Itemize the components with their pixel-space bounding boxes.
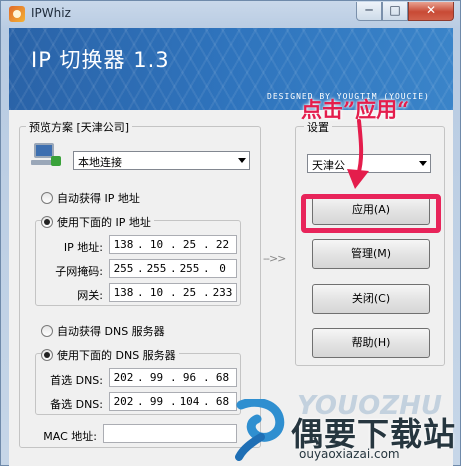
adapter-select[interactable]: 本地连接 xyxy=(73,151,250,170)
ip-octet: 25 xyxy=(182,238,197,251)
watermark-url: ouyaoxiazai.com xyxy=(299,447,400,461)
dns1-label: 首选 DNS: xyxy=(50,374,103,387)
dns1-octet: 68 xyxy=(215,371,230,384)
radio-icon xyxy=(41,325,53,337)
mask-octet: 255 xyxy=(179,262,200,275)
dns-manual-radio[interactable]: 使用下面的 DNS 服务器 xyxy=(41,347,179,363)
annotation-arrow-icon xyxy=(347,119,369,189)
dns-manual-label: 使用下面的 DNS 服务器 xyxy=(57,349,176,362)
window-title: IPWhiz xyxy=(31,6,71,20)
title-bar[interactable]: IPWhiz ─ □ ✕ xyxy=(1,1,460,27)
ip-auto-label: 自动获得 IP 地址 xyxy=(57,192,140,205)
app-icon xyxy=(9,6,25,22)
close-window-button[interactable]: ✕ xyxy=(408,2,454,21)
ip-address-field[interactable]: 138. 10. 25. 22 xyxy=(109,235,237,254)
secondary-dns-field[interactable]: 202. 99. 104. 68 xyxy=(109,392,237,411)
dns2-octet: 202 xyxy=(113,395,134,408)
ip-manual-radio[interactable]: 使用下面的 IP 地址 xyxy=(41,214,154,230)
help-button[interactable]: 帮助(H) xyxy=(312,328,430,358)
chevron-down-icon xyxy=(238,158,246,163)
gateway-octet: 233 xyxy=(212,286,233,299)
adapter-value: 本地连接 xyxy=(78,156,122,169)
maximize-icon: □ xyxy=(389,3,401,17)
ip-octet: 10 xyxy=(149,238,164,251)
apply-highlight-box xyxy=(301,194,441,233)
ip-manual-label: 使用下面的 IP 地址 xyxy=(57,216,151,229)
ip-octet: 22 xyxy=(215,238,230,251)
subnet-mask-field[interactable]: 255. 255. 255. 0 xyxy=(109,259,237,278)
connector-arrows: -->> xyxy=(263,252,286,265)
gateway-octet: 138 xyxy=(113,286,134,299)
radio-selected-icon xyxy=(41,349,53,361)
dns1-octet: 96 xyxy=(182,371,197,384)
minimize-button[interactable]: ─ xyxy=(356,2,382,21)
ip-label: IP 地址: xyxy=(63,241,103,254)
ip-auto-radio[interactable]: 自动获得 IP 地址 xyxy=(41,190,140,206)
mask-octet: 255 xyxy=(113,262,134,275)
mask-label: 子网掩码: xyxy=(55,265,103,278)
mac-address-field[interactable] xyxy=(103,424,237,443)
watermark-logo-icon xyxy=(235,399,285,461)
minimize-icon: ─ xyxy=(365,3,373,17)
dns2-octet: 99 xyxy=(149,395,164,408)
maximize-button[interactable]: □ xyxy=(382,2,408,21)
gateway-label: 网关: xyxy=(77,289,103,302)
dns2-label: 备选 DNS: xyxy=(50,398,103,411)
dns-auto-label: 自动获得 DNS 服务器 xyxy=(57,325,165,338)
primary-dns-field[interactable]: 202. 99. 96. 68 xyxy=(109,368,237,387)
close-icon: ✕ xyxy=(425,3,437,17)
preview-legend: 预览方案 [天津公司] xyxy=(26,119,133,135)
gateway-octet: 25 xyxy=(182,286,197,299)
network-adapter-icon xyxy=(31,143,61,169)
radio-icon xyxy=(41,192,53,204)
close-button[interactable]: 关闭(C) xyxy=(312,284,430,314)
ip-octet: 138 xyxy=(113,238,134,251)
radio-selected-icon xyxy=(41,216,53,228)
manage-button[interactable]: 管理(M) xyxy=(312,239,430,269)
banner-title: IP 切换器 1.3 xyxy=(31,48,170,72)
gateway-octet: 10 xyxy=(149,286,164,299)
dns1-octet: 202 xyxy=(113,371,134,384)
mask-octet: 0 xyxy=(219,262,226,275)
app-window: IPWhiz ─ □ ✕ IP 切换器 1.3 DESIGNED BY YOUG… xyxy=(0,0,461,466)
mac-label: MAC 地址: xyxy=(43,430,97,443)
gateway-field[interactable]: 138. 10. 25. 233 xyxy=(109,283,237,302)
dns-auto-radio[interactable]: 自动获得 DNS 服务器 xyxy=(41,323,165,339)
chevron-down-icon xyxy=(419,161,427,166)
dns1-octet: 99 xyxy=(149,371,164,384)
dns2-octet: 104 xyxy=(179,395,200,408)
mask-octet: 255 xyxy=(146,262,167,275)
